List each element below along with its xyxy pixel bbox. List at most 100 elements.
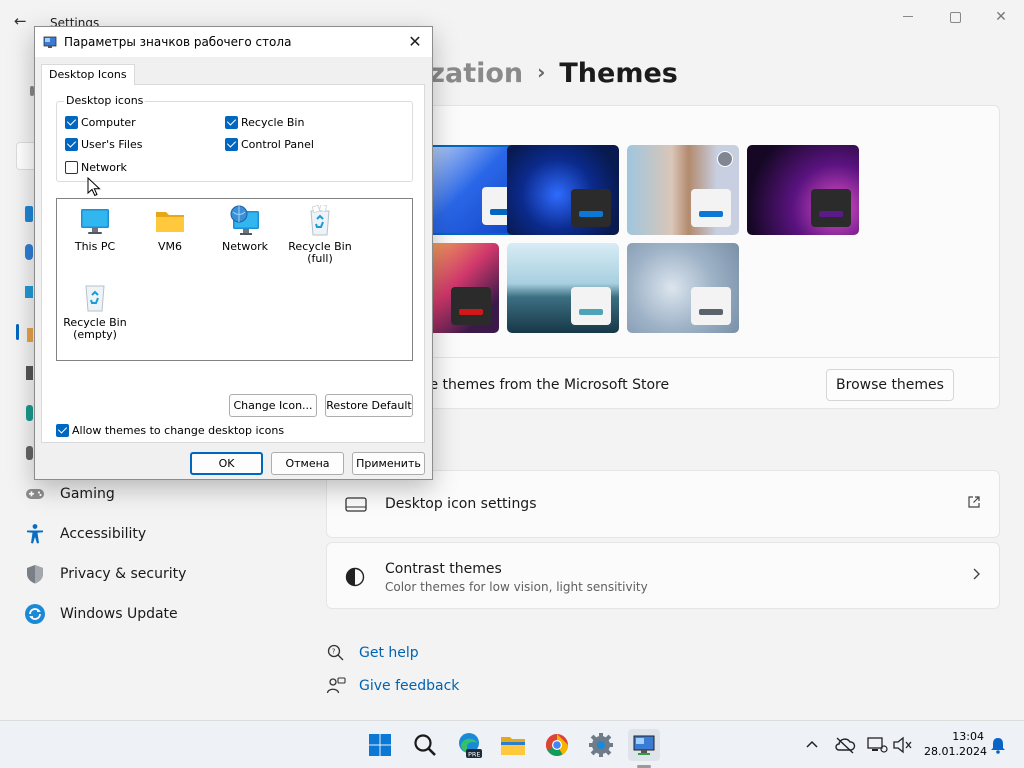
search-box-partial[interactable] (16, 142, 34, 170)
theme-thumbnail-spotlight[interactable] (627, 145, 739, 235)
checkbox-checked[interactable] (65, 138, 78, 151)
theme-thumbnail-glow[interactable] (747, 145, 859, 235)
sidebar-icon-partial (26, 366, 33, 380)
tab-page: Desktop icons Computer Recycle Bin User'… (41, 84, 425, 443)
apply-button[interactable]: Применить (352, 452, 425, 475)
theme-thumbnail-windows-dark[interactable] (507, 145, 619, 235)
theme-preview-window (691, 189, 731, 227)
start-icon[interactable] (364, 729, 396, 761)
desktop-icons-group: Desktop icons Computer Recycle Bin User'… (56, 94, 413, 182)
network-status-icon[interactable] (866, 735, 888, 755)
dialog-close-button[interactable]: ✕ (403, 31, 427, 53)
sidebar-item-label: Accessibility (60, 526, 147, 542)
sidebar-icon-partial (25, 206, 33, 222)
folder-icon (154, 205, 186, 237)
desktop-icon-settings-row[interactable]: Desktop icon settings (326, 470, 1000, 538)
icon-item-this-pc[interactable]: This PC (57, 205, 133, 253)
accessibility-icon (24, 523, 46, 545)
icon-label: Network (222, 240, 268, 253)
taskbar: PRE 13:04 28.01.2024 (0, 720, 1024, 768)
cancel-button[interactable]: Отмена (271, 452, 344, 475)
checkbox-label: Network (81, 161, 127, 174)
checkbox-checked[interactable] (56, 424, 69, 437)
theme-preview-window (571, 287, 611, 325)
checkbox-checked[interactable] (225, 138, 238, 151)
mouse-cursor-icon (87, 176, 101, 201)
shield-icon (24, 563, 46, 585)
store-themes-text: re themes from the Microsoft Store (424, 377, 670, 393)
link-label: Get help (359, 645, 419, 661)
svg-text:?: ? (332, 648, 336, 656)
icon-label: Recycle Bin (full) (288, 240, 352, 265)
close-button[interactable]: ✕ (978, 4, 1024, 30)
get-help-link[interactable]: ? Get help (326, 643, 419, 663)
breadcrumb-parent[interactable]: ization (420, 58, 523, 89)
sidebar-item-privacy-security[interactable]: Privacy & security (18, 556, 308, 592)
volume-muted-icon[interactable] (892, 735, 914, 755)
sidebar-item-gaming[interactable]: Gaming (18, 476, 308, 512)
recycle-bin-empty-icon (79, 281, 111, 313)
sidebar-item-accessibility[interactable]: Accessibility (18, 516, 308, 552)
icon-item-recycle-bin-empty[interactable]: Recycle Bin (empty) (57, 281, 133, 341)
change-icon-button[interactable]: Change Icon... (229, 394, 317, 417)
sidebar-icon-partial (26, 446, 33, 460)
tab-desktop-icons[interactable]: Desktop Icons (41, 64, 135, 85)
checkbox-recycle-bin[interactable]: Recycle Bin (225, 116, 304, 129)
sidebar-item-label: Gaming (60, 486, 115, 502)
checkbox-control-panel[interactable]: Control Panel (225, 138, 314, 151)
contrast-themes-row[interactable]: Contrast themes Color themes for low vis… (326, 542, 1000, 609)
icon-item-network[interactable]: Network (207, 205, 283, 253)
checkbox-computer[interactable]: Computer (65, 116, 136, 129)
theme-preview-window (811, 189, 851, 227)
contrast-icon (345, 567, 365, 591)
sidebar-item-label: Privacy & security (60, 566, 187, 582)
checkbox-label: Allow themes to change desktop icons (72, 424, 285, 437)
gamepad-icon (24, 483, 46, 505)
settings-gear-icon[interactable] (585, 729, 617, 761)
chevron-up-icon[interactable] (802, 735, 824, 755)
chevron-right-icon (971, 567, 981, 585)
back-button[interactable]: ← (14, 12, 27, 30)
minimize-button[interactable] (886, 4, 932, 30)
icon-list[interactable]: This PC VM6 Network Recycle Bin (full) R… (56, 198, 413, 361)
give-feedback-link[interactable]: Give feedback (326, 676, 459, 696)
checkbox-users-files[interactable]: User's Files (65, 138, 142, 151)
row-title: Desktop icon settings (385, 496, 537, 512)
icon-item-vm6[interactable]: VM6 (132, 205, 208, 253)
theme-thumbnail-sunrise[interactable] (507, 243, 619, 333)
icon-item-recycle-bin-full[interactable]: Recycle Bin (full) (282, 203, 358, 265)
checkbox-label: Recycle Bin (241, 116, 305, 129)
checkbox-checked[interactable] (65, 116, 78, 129)
search-icon[interactable] (409, 729, 441, 761)
sidebar-selected-indicator (16, 324, 19, 340)
dialog-titlebar[interactable]: Параметры значков рабочего стола ✕ (35, 27, 432, 57)
checkbox-unchecked[interactable] (65, 161, 78, 174)
checkbox-checked[interactable] (225, 116, 238, 129)
feedback-icon (326, 676, 346, 696)
sidebar-item-windows-update[interactable]: Windows Update (18, 596, 308, 632)
desktop-icons-app-icon[interactable] (628, 729, 660, 761)
clock[interactable]: 13:04 28.01.2024 (924, 729, 987, 759)
checkbox-network[interactable]: Network (65, 161, 127, 174)
browse-themes-button[interactable]: Browse themes (826, 369, 954, 401)
edge-pre-icon[interactable]: PRE (453, 729, 485, 761)
desktop-icons-app-icon (43, 35, 57, 49)
checkbox-label: Control Panel (241, 138, 314, 151)
cloud-offline-icon[interactable] (834, 735, 856, 755)
ok-button[interactable]: OK (190, 452, 263, 475)
chrome-icon[interactable] (541, 729, 573, 761)
theme-preview-window (571, 189, 611, 227)
maximize-button[interactable] (932, 4, 978, 30)
theme-thumbnail-flow[interactable] (627, 243, 739, 333)
icon-label: This PC (74, 240, 116, 253)
row-subtitle: Color themes for low vision, light sensi… (385, 580, 648, 594)
sidebar-icon-partial (25, 244, 33, 260)
spotlight-icon (717, 151, 733, 167)
restore-default-button[interactable]: Restore Default (325, 394, 413, 417)
file-explorer-icon[interactable] (497, 729, 529, 761)
monitor-icon (79, 205, 111, 237)
notification-bell-icon[interactable] (988, 735, 1010, 755)
desktop-icon-settings-dialog: Параметры значков рабочего стола ✕ Deskt… (34, 26, 433, 480)
row-title: Contrast themes (385, 561, 502, 577)
checkbox-allow-themes[interactable]: Allow themes to change desktop icons (56, 424, 284, 437)
